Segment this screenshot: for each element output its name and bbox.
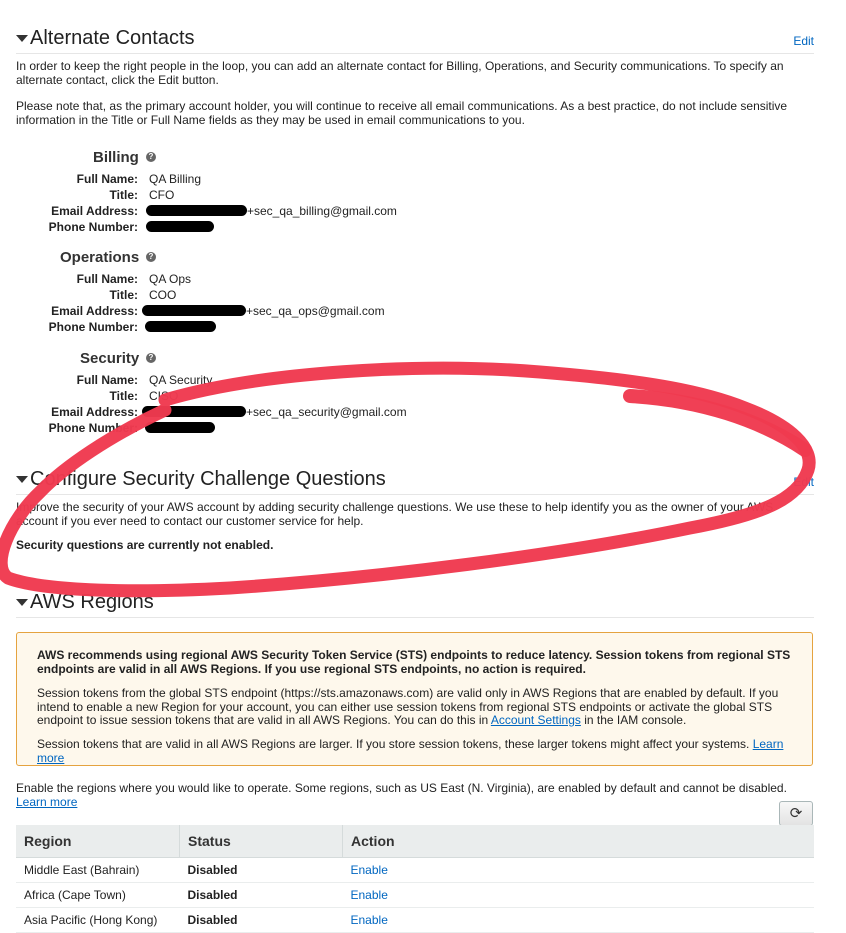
alternate-contacts-header: Alternate Contacts Edit xyxy=(16,27,814,54)
region-cell: Africa (Cape Town) xyxy=(16,882,180,908)
email-label: Email Address: xyxy=(51,405,138,419)
redacted-phone-mark xyxy=(145,422,215,433)
table-row: Africa (Cape Town) Disabled Enable xyxy=(16,882,814,908)
status-cell: Disabled xyxy=(179,907,343,933)
alternate-contacts-edit-link[interactable]: Edit xyxy=(793,34,814,48)
alternate-contacts-intro: In order to keep the right people in the… xyxy=(16,59,784,87)
title-label: Title: xyxy=(109,188,138,202)
sts-notice-paragraph-2-text: Session tokens that are valid in all AWS… xyxy=(37,737,753,751)
email-label: Email Address: xyxy=(51,304,138,318)
enable-regions-description: Enable the regions where you would like … xyxy=(16,781,787,795)
security-questions-status: Security questions are currently not ena… xyxy=(16,538,274,552)
full-name-label: Full Name: xyxy=(76,172,138,186)
enable-region-link[interactable]: Enable xyxy=(342,882,814,908)
sts-notice-headline: AWS recommends using regional AWS Securi… xyxy=(37,648,791,676)
help-icon[interactable]: ? xyxy=(146,252,156,262)
security-title: CISO xyxy=(149,389,179,403)
help-icon[interactable]: ? xyxy=(146,353,156,363)
status-cell: Disabled xyxy=(179,857,343,883)
sts-notice-box: AWS recommends using regional AWS Securi… xyxy=(16,632,813,766)
security-full-name: QA Security xyxy=(149,373,213,387)
operations-contact-block: Operations ? Full Name: QA Ops Title: CO… xyxy=(0,248,420,338)
phone-label: Phone Number: xyxy=(48,421,138,435)
enable-region-link[interactable]: Enable xyxy=(342,857,814,883)
email-label: Email Address: xyxy=(51,204,138,218)
operations-full-name: QA Ops xyxy=(149,272,192,286)
region-column-header[interactable]: Region xyxy=(16,825,180,858)
billing-title: CFO xyxy=(149,188,175,202)
enable-regions-text: Enable the regions where you would like … xyxy=(16,781,816,809)
title-label: Title: xyxy=(109,288,138,302)
billing-email-suffix: +sec_qa_billing@gmail.com xyxy=(247,204,397,218)
redacted-phone-mark xyxy=(145,321,216,332)
region-cell: Asia Pacific (Hong Kong) xyxy=(16,907,180,933)
collapse-caret-icon[interactable] xyxy=(16,35,28,42)
phone-label: Phone Number: xyxy=(48,320,138,334)
redacted-email-mark xyxy=(146,205,247,216)
full-name-label: Full Name: xyxy=(76,373,138,387)
region-cell: Middle East (Bahrain) xyxy=(16,857,180,883)
security-contact-block: Security ? Full Name: QA Security Title:… xyxy=(0,349,420,439)
table-header-row: Region Status Action xyxy=(16,825,814,858)
enable-region-link[interactable]: Enable xyxy=(342,907,814,933)
billing-contact-block: Billing ? Full Name: QA Billing Title: C… xyxy=(0,148,420,238)
redacted-phone-mark xyxy=(146,221,214,232)
sts-notice-paragraph-1: Session tokens from the global STS endpo… xyxy=(37,686,797,728)
security-questions-header: Configure Security Challenge Questions E… xyxy=(16,468,814,495)
aws-regions-title: AWS Regions xyxy=(30,591,154,613)
operations-email-suffix: +sec_qa_ops@gmail.com xyxy=(246,304,385,318)
alternate-contacts-title: Alternate Contacts xyxy=(30,27,195,49)
action-column-header[interactable]: Action xyxy=(342,825,814,858)
security-heading: Security xyxy=(80,350,140,367)
operations-heading: Operations xyxy=(60,249,140,266)
sts-notice-paragraph-2: Session tokens that are valid in all AWS… xyxy=(37,737,797,765)
collapse-caret-icon[interactable] xyxy=(16,476,28,483)
alternate-contacts-note: Please note that, as the primary account… xyxy=(16,99,788,127)
billing-heading: Billing xyxy=(93,149,139,166)
table-row: Asia Pacific (Hong Kong) Disabled Enable xyxy=(16,907,814,933)
phone-label: Phone Number: xyxy=(48,220,138,234)
status-cell: Disabled xyxy=(179,882,343,908)
operations-title: COO xyxy=(149,288,177,302)
refresh-button[interactable]: ⟳ xyxy=(779,801,813,826)
table-row: Middle East (Bahrain) Disabled Enable xyxy=(16,857,814,883)
refresh-icon: ⟳ xyxy=(789,805,803,822)
help-icon[interactable]: ? xyxy=(146,152,156,162)
account-settings-link[interactable]: Account Settings xyxy=(491,713,581,727)
status-column-header[interactable]: Status xyxy=(179,825,343,858)
title-label: Title: xyxy=(109,389,138,403)
redacted-email-mark xyxy=(142,406,246,417)
regions-learn-more-link[interactable]: Learn more xyxy=(16,795,77,809)
billing-full-name: QA Billing xyxy=(149,172,202,186)
security-questions-edit-link[interactable]: Edit xyxy=(793,475,814,489)
security-email-suffix: +sec_qa_security@gmail.com xyxy=(246,405,407,419)
security-questions-title: Configure Security Challenge Questions xyxy=(30,468,386,490)
sts-notice-paragraph-1-tail: in the IAM console. xyxy=(580,713,687,727)
collapse-caret-icon[interactable] xyxy=(16,599,28,606)
aws-regions-header: AWS Regions xyxy=(16,591,814,618)
security-questions-intro: Improve the security of your AWS account… xyxy=(16,500,774,528)
regions-table: Region Status Action Middle East (Bahrai… xyxy=(16,825,814,933)
full-name-label: Full Name: xyxy=(76,272,138,286)
redacted-email-mark xyxy=(142,305,246,316)
